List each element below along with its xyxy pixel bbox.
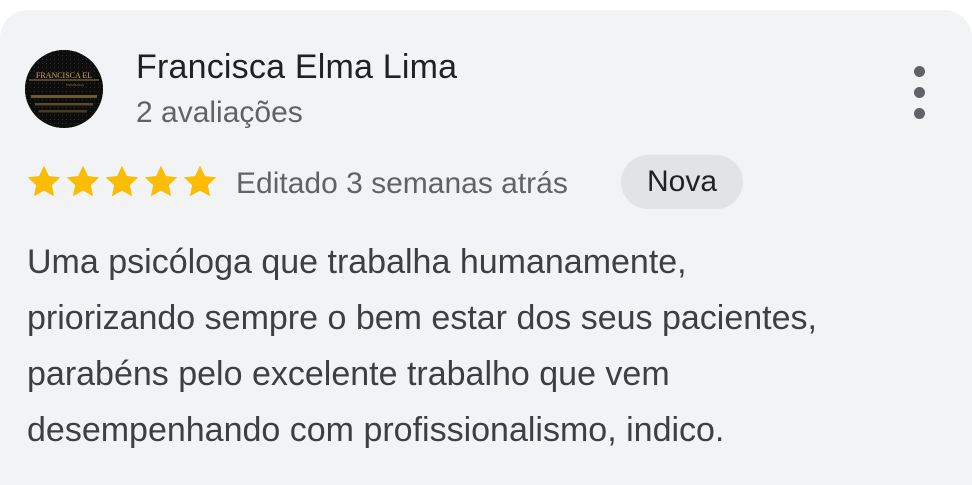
avatar-logo-image: FRANCISCA EL PSICÓLOGA: [25, 50, 103, 128]
more-options-button[interactable]: [900, 62, 940, 122]
new-badge: Nova: [621, 155, 743, 209]
avatar[interactable]: FRANCISCA EL PSICÓLOGA: [25, 50, 103, 128]
star-rating: [24, 162, 219, 202]
star-icon: [144, 165, 178, 197]
star-icon: [183, 165, 217, 197]
review-text: Uma psicóloga que trabalha humanamente, …: [27, 243, 817, 449]
star-icon: [27, 165, 61, 197]
star-icon: [66, 165, 100, 197]
review-time: Editado 3 semanas atrás: [236, 167, 568, 200]
review-card: FRANCISCA EL PSICÓLOGA Francisca Elma Li…: [0, 10, 972, 485]
reviewer-review-count: 2 avaliações: [136, 96, 303, 129]
svg-text:PSICÓLOGA: PSICÓLOGA: [66, 82, 84, 87]
svg-text:FRANCISCA EL: FRANCISCA EL: [36, 71, 92, 80]
reviewer-name[interactable]: Francisca Elma Lima: [136, 48, 457, 87]
star-icon: [105, 165, 139, 197]
